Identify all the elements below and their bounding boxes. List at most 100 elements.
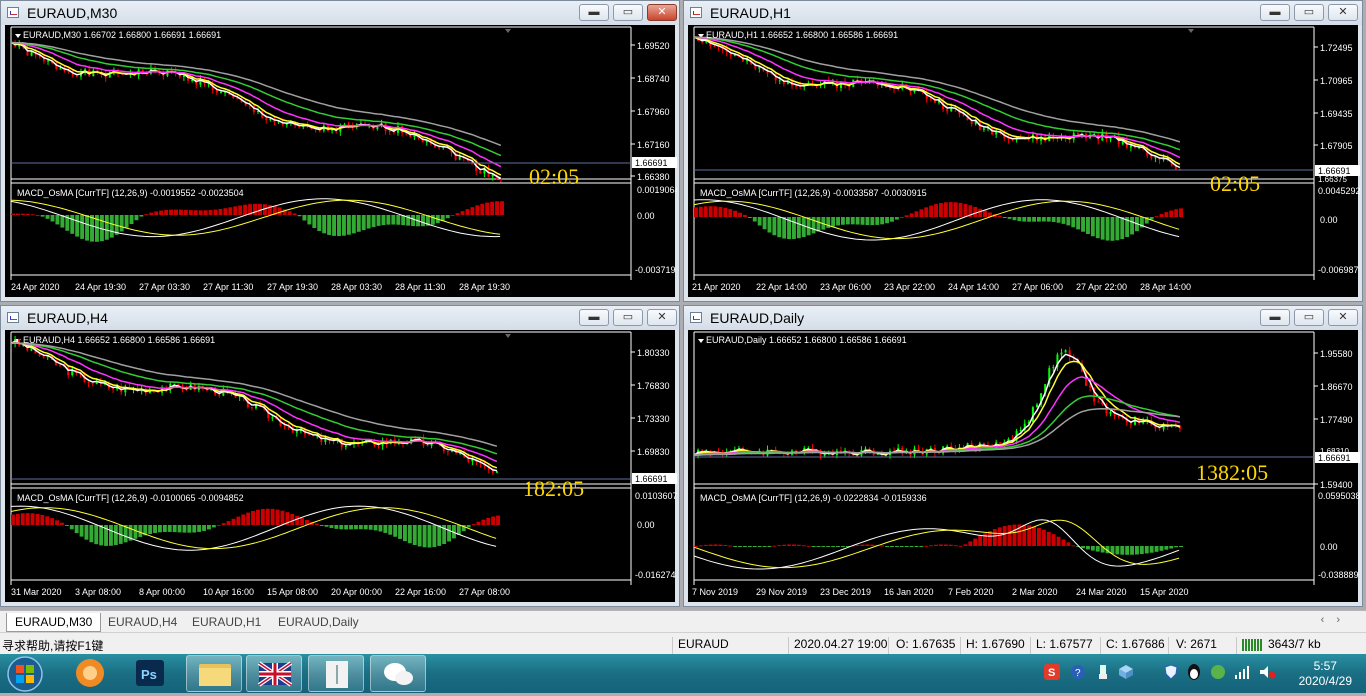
shield-icon[interactable] [1164, 664, 1178, 680]
price-tag-secondary: 1.66375 [1318, 175, 1347, 184]
candle-body [47, 60, 50, 62]
tray-app-icon[interactable] [1210, 664, 1226, 680]
osma-bar [885, 546, 889, 547]
osma-bar [1174, 546, 1179, 548]
qq-penguin-icon[interactable] [1186, 663, 1202, 681]
chart-area[interactable]: EURAUD,M30 1.66702 1.66800 1.66691 1.666… [5, 25, 677, 297]
chart-window-daily[interactable]: EURAUD,Daily ▬ ▭ ✕ EURAUD,Daily 1.66652 … [683, 305, 1363, 607]
close-button[interactable]: ✕ [647, 309, 677, 326]
osma-bar [327, 215, 332, 235]
osma-bar [1130, 217, 1134, 235]
time-axis-label: 24 Apr 2020 [11, 282, 60, 292]
osma-bar [978, 208, 983, 217]
osma-bar [154, 211, 159, 215]
chart-area[interactable]: EURAUD,H1 1.66652 1.66800 1.66586 1.6669… [688, 25, 1360, 297]
osma-bar [929, 205, 934, 217]
chart-window-h1[interactable]: EURAUD,H1 ▬ ▭ ✕ EURAUD,H1 1.66652 1.6680… [683, 0, 1363, 302]
chart-window-m30[interactable]: EURAUD,M30 ▬ ▭ ✕ EURAUD,M30 1.66702 1.66… [0, 0, 680, 302]
price-axis-label: 1.66380 [637, 172, 670, 182]
help-text: 寻求帮助,请按F1键 [2, 639, 104, 653]
maximize-button[interactable]: ▭ [1294, 4, 1324, 21]
osma-bar [231, 518, 236, 525]
chart-svg: EURAUD,M30 1.66702 1.66800 1.66691 1.666… [10, 26, 677, 292]
osma-bar [253, 203, 257, 215]
osma-bar [471, 524, 476, 526]
osma-bar [159, 210, 164, 215]
network-box-icon[interactable] [1118, 664, 1134, 680]
candle-body [982, 128, 985, 130]
osma-bar [344, 525, 349, 530]
usb-icon[interactable] [1096, 664, 1110, 680]
osma-bar [366, 215, 371, 229]
taskbar-trading-terminal[interactable] [246, 655, 302, 692]
candle-body [1089, 385, 1092, 388]
osma-bar [752, 217, 757, 222]
tab-euraud-h1[interactable]: EURAUD,H1 [184, 613, 269, 631]
maximize-button[interactable]: ▭ [1294, 309, 1324, 326]
osma-bar [346, 215, 351, 235]
start-orb-icon[interactable] [6, 655, 44, 693]
candle-body [265, 117, 268, 120]
osma-bar [1144, 546, 1149, 554]
osma-bar [855, 217, 860, 225]
minimize-button[interactable]: ▬ [1260, 4, 1290, 21]
taskbar-document-tool[interactable] [308, 655, 364, 692]
candle-body [446, 451, 449, 453]
close-button[interactable]: ✕ [647, 4, 677, 21]
osma-bar [1120, 546, 1125, 555]
osma-bar [138, 525, 143, 537]
osma-bar [307, 215, 312, 225]
osma-bar [236, 516, 241, 525]
signal-bars-icon[interactable] [1234, 664, 1250, 680]
close-button[interactable]: ✕ [1328, 309, 1358, 326]
taskbar-photoshop[interactable]: Ps [122, 655, 178, 692]
speaker-muted-icon[interactable] [1258, 664, 1276, 680]
osma-bar [74, 525, 79, 534]
osma-bar [363, 525, 368, 530]
candle-body [701, 449, 704, 451]
chart-area[interactable]: EURAUD,H4 1.66652 1.66800 1.66586 1.6669… [5, 330, 677, 602]
tab-euraud-daily[interactable]: EURAUD,Daily [270, 613, 367, 631]
candle-body [491, 174, 494, 177]
maximize-button[interactable]: ▭ [613, 4, 643, 21]
tab-euraud-m30[interactable]: EURAUD,M30 [6, 613, 102, 632]
candle-body [1036, 404, 1038, 408]
osma-bar [698, 206, 703, 217]
ime-s-icon[interactable]: S [1044, 664, 1060, 680]
minimize-button[interactable]: ▬ [1260, 309, 1290, 326]
macd-axis-label: -0.003719 [635, 265, 676, 275]
minimize-button[interactable]: ▬ [579, 4, 609, 21]
price-tag: 1.66691 [635, 474, 668, 484]
taskbar-wechat[interactable] [370, 655, 426, 692]
osma-bar [963, 203, 968, 217]
osma-bar [398, 525, 402, 539]
osma-bar [1037, 527, 1041, 546]
candle-body [1158, 428, 1161, 430]
osma-bar [875, 217, 880, 225]
candle-body [929, 98, 932, 100]
taskbar-clock[interactable]: 5:57 2020/4/29 [1299, 659, 1352, 689]
osma-bar [703, 206, 708, 217]
osma-bar [213, 209, 218, 215]
taskbar-file-explorer[interactable] [186, 655, 242, 692]
chart-window-h4[interactable]: EURAUD,H4 ▬ ▭ ✕ EURAUD,H4 1.66652 1.6680… [0, 305, 680, 607]
osma-bar [890, 546, 894, 547]
chart-area[interactable]: EURAUD,Daily 1.66652 1.66800 1.66586 1.6… [688, 330, 1360, 602]
tab-euraud-h4[interactable]: EURAUD,H4 [100, 613, 185, 631]
osma-bar [223, 208, 228, 215]
osma-bar [1066, 542, 1071, 546]
osma-bar [188, 210, 193, 215]
taskbar-browser[interactable] [62, 655, 118, 692]
window-titlebar[interactable]: EURAUD,Daily ▬ ▭ ✕ [684, 306, 1362, 330]
help-circle-icon[interactable]: ? [1070, 664, 1086, 680]
chart-tab-bar: EURAUD,M30 EURAUD,H4 EURAUD,H1 EURAUD,Da… [0, 610, 1366, 633]
osma-bar [743, 546, 747, 547]
maximize-button[interactable]: ▭ [613, 309, 643, 326]
window-titlebar[interactable]: EURAUD,H4 ▬ ▭ ✕ [1, 306, 679, 330]
window-titlebar[interactable]: EURAUD,M30 ▬ ▭ ✕ [1, 1, 679, 25]
minimize-button[interactable]: ▬ [579, 309, 609, 326]
osma-bar [958, 545, 963, 547]
close-button[interactable]: ✕ [1328, 4, 1358, 21]
window-titlebar[interactable]: EURAUD,H1 ▬ ▭ ✕ [684, 1, 1362, 25]
tab-scroll-arrows-icon[interactable]: ‹› [1321, 614, 1352, 626]
